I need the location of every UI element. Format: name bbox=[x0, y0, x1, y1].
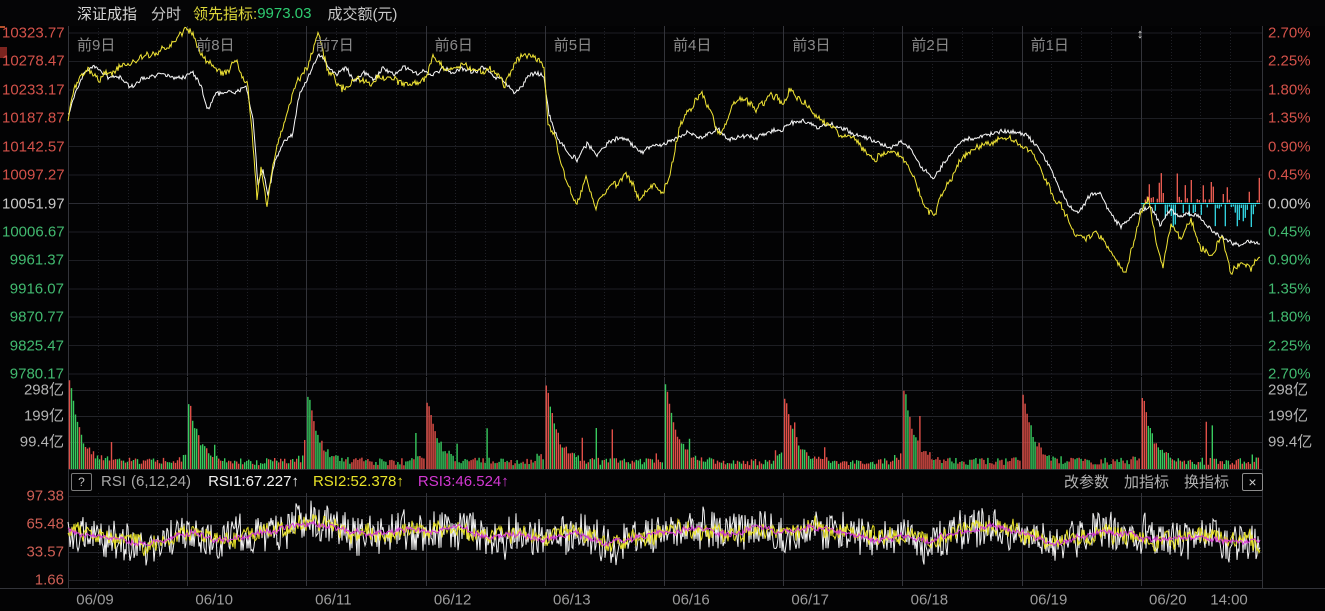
time-axis-label: 06/09 bbox=[76, 593, 114, 608]
rsi-axis-label: 33.57 bbox=[2, 545, 64, 560]
percent-axis-label: 1.80% bbox=[1268, 310, 1311, 325]
add-indicator-button[interactable]: 加指标 bbox=[1124, 471, 1169, 492]
price-axis-label: 10187.87 bbox=[2, 111, 64, 126]
splitter-handle-icon[interactable]: ↕ bbox=[1132, 26, 1148, 42]
day-label: 前5日 bbox=[554, 38, 592, 53]
indicator-header-bar: ? RSI (6,12,24) RSI1:67.227↑ RSI2:52.378… bbox=[0, 472, 1325, 491]
day-label: 前6日 bbox=[435, 38, 473, 53]
volume-axis-label: 298亿 bbox=[1268, 383, 1308, 398]
price-axis-label: 9961.37 bbox=[2, 253, 64, 268]
rsi-help-button[interactable]: ? bbox=[71, 473, 92, 491]
time-axis-label: 06/17 bbox=[791, 593, 829, 608]
percent-axis-label: 1.35% bbox=[1268, 281, 1311, 296]
price-axis-label: 10323.77 bbox=[2, 26, 64, 41]
price-axis-label: 9870.77 bbox=[2, 310, 64, 325]
turnover-label[interactable]: 成交额(元) bbox=[327, 3, 397, 24]
chart-mode[interactable]: 分时 bbox=[151, 3, 181, 24]
rsi-axis-label: 65.48 bbox=[2, 517, 64, 532]
percent-axis-label: 0.45% bbox=[1268, 168, 1311, 183]
price-axis-label: 10097.27 bbox=[2, 168, 64, 183]
price-axis-label: 10051.97 bbox=[2, 196, 64, 211]
volume-axis-label: 99.4亿 bbox=[1268, 435, 1312, 450]
time-axis-label: 06/11 bbox=[315, 593, 351, 608]
day-label: 前7日 bbox=[315, 38, 353, 53]
day-label: 前8日 bbox=[196, 38, 234, 53]
volume-axis-label: 199亿 bbox=[1268, 409, 1308, 424]
close-indicator-button[interactable]: × bbox=[1242, 473, 1263, 491]
leading-indicator-value: 9973.03 bbox=[257, 5, 311, 22]
price-axis-label: 9825.47 bbox=[2, 338, 64, 353]
time-axis-label: 06/10 bbox=[195, 593, 233, 608]
chart-canvas[interactable] bbox=[0, 0, 1325, 611]
rsi3-value: RSI3:46.524↑ bbox=[418, 473, 509, 490]
day-label: 前3日 bbox=[792, 38, 830, 53]
volume-axis-label: 99.4亿 bbox=[2, 435, 64, 450]
time-axis-label: 06/16 bbox=[672, 593, 710, 608]
stock-chart-app: 深证成指 分时 领先指标: 9973.03 成交额(元) ↕ 10323.77 1… bbox=[0, 0, 1325, 611]
rsi-params: (6,12,24) bbox=[131, 473, 191, 490]
percent-axis-label: 0.90% bbox=[1268, 139, 1311, 154]
time-axis-label: 14:00 bbox=[1210, 593, 1248, 608]
price-axis-label: 10278.47 bbox=[2, 54, 64, 69]
price-axis-label: 9916.07 bbox=[2, 281, 64, 296]
rsi1-value: RSI1:67.227↑ bbox=[208, 473, 299, 490]
percent-axis-label: 2.70% bbox=[1268, 367, 1311, 382]
rsi2-value: RSI2:52.378↑ bbox=[313, 473, 404, 490]
time-axis-label: 06/13 bbox=[553, 593, 591, 608]
time-axis-label: 06/19 bbox=[1030, 593, 1068, 608]
grid-lines bbox=[0, 25, 1325, 589]
percent-axis-label: 2.25% bbox=[1268, 338, 1311, 353]
rsi-axis-label: 1.66 bbox=[2, 573, 64, 588]
volume-axis-label: 199亿 bbox=[2, 409, 64, 424]
rsi-indicator-name[interactable]: RSI bbox=[101, 473, 126, 490]
day-label: 前1日 bbox=[1031, 38, 1069, 53]
time-axis-label: 06/12 bbox=[434, 593, 472, 608]
symbol-name[interactable]: 深证成指 bbox=[77, 3, 137, 24]
percent-axis-label: 1.80% bbox=[1268, 82, 1311, 97]
switch-indicator-button[interactable]: 换指标 bbox=[1184, 471, 1229, 492]
price-axis-label: 10142.57 bbox=[2, 139, 64, 154]
price-axis-label: 9780.17 bbox=[2, 367, 64, 382]
percent-axis-label: 1.35% bbox=[1268, 111, 1311, 126]
price-axis-label: 10233.17 bbox=[2, 82, 64, 97]
day-label: 前4日 bbox=[673, 38, 711, 53]
day-label: 前2日 bbox=[911, 38, 949, 53]
day-label: 前9日 bbox=[77, 38, 115, 53]
percent-axis-label: 2.70% bbox=[1268, 26, 1311, 41]
leading-indicator-label: 领先指标: bbox=[193, 3, 257, 24]
percent-axis-label: 0.45% bbox=[1268, 224, 1311, 239]
percent-axis-label: 2.25% bbox=[1268, 54, 1311, 69]
volume-axis-label: 298亿 bbox=[2, 383, 64, 398]
time-axis-label: 06/20 bbox=[1149, 593, 1187, 608]
edit-params-button[interactable]: 改参数 bbox=[1064, 471, 1109, 492]
price-axis-label: 10006.67 bbox=[2, 224, 64, 239]
percent-axis-label: 0.00% bbox=[1268, 196, 1311, 211]
percent-axis-label: 0.90% bbox=[1268, 253, 1311, 268]
chart-header: 深证成指 分时 领先指标: 9973.03 成交额(元) bbox=[0, 0, 1325, 26]
time-axis-label: 06/18 bbox=[911, 593, 949, 608]
